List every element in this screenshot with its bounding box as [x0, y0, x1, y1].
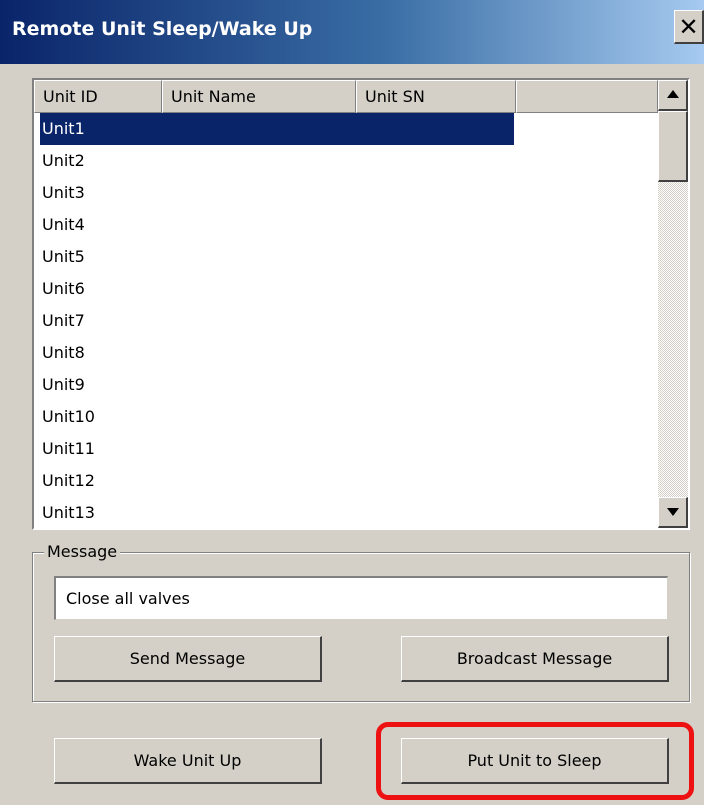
message-input[interactable] [54, 576, 668, 620]
close-icon: ✕ [678, 12, 699, 41]
broadcast-message-button[interactable]: Broadcast Message [401, 636, 669, 682]
close-button[interactable]: ✕ [674, 10, 704, 44]
scroll-up-button[interactable] [658, 80, 688, 111]
vertical-scrollbar[interactable] [658, 80, 688, 528]
arrow-down-icon [667, 508, 679, 516]
list-item[interactable]: Unit4 [34, 209, 658, 241]
column-header-spacer [516, 80, 658, 113]
message-group-label: Message [44, 542, 121, 561]
list-item[interactable]: Unit5 [34, 241, 658, 273]
send-message-button[interactable]: Send Message [54, 636, 322, 682]
scroll-down-button[interactable] [658, 497, 688, 528]
column-header-unit-id[interactable]: Unit ID [34, 80, 162, 113]
list-rows: Unit1 Unit2 Unit3 Unit4 Unit5 Unit6 Unit… [34, 113, 658, 528]
list-item[interactable]: Unit3 [34, 177, 658, 209]
window-title: Remote Unit Sleep/Wake Up [12, 18, 313, 40]
arrow-up-icon [667, 90, 679, 98]
list-item[interactable]: Unit8 [34, 337, 658, 369]
column-header-unit-sn[interactable]: Unit SN [356, 80, 516, 113]
highlight-annotation [376, 722, 694, 800]
list-item[interactable]: Unit9 [34, 369, 658, 401]
scroll-thumb[interactable] [658, 111, 688, 182]
list-item[interactable]: Unit12 [34, 465, 658, 497]
list-item[interactable]: Unit2 [34, 145, 658, 177]
list-item[interactable]: Unit1 [40, 113, 514, 145]
unit-list[interactable]: Unit ID Unit Name Unit SN Unit1 Unit2 Un… [32, 78, 690, 530]
list-item[interactable]: Unit7 [34, 305, 658, 337]
list-item[interactable]: Unit13 [34, 497, 658, 528]
list-item[interactable]: Unit10 [34, 401, 658, 433]
title-bar: Remote Unit Sleep/Wake Up [0, 0, 704, 64]
wake-unit-up-button[interactable]: Wake Unit Up [54, 738, 322, 784]
column-header-unit-name[interactable]: Unit Name [162, 80, 356, 113]
list-item[interactable]: Unit11 [34, 433, 658, 465]
list-item[interactable]: Unit6 [34, 273, 658, 305]
list-header: Unit ID Unit Name Unit SN [34, 80, 658, 113]
